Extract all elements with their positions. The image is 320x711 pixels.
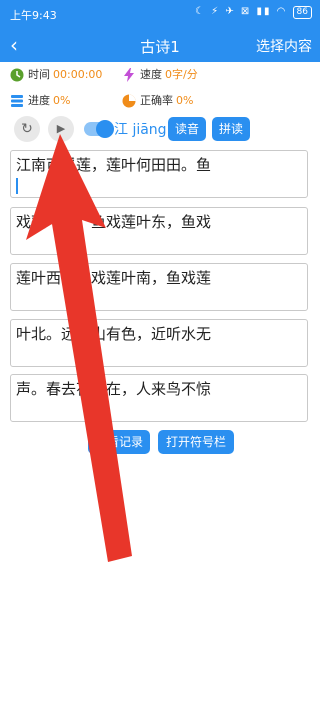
pinyin-display: 江 jiāng xyxy=(114,119,167,139)
pie-chart-icon xyxy=(122,94,136,108)
line-text: 莲叶西，鱼戏莲叶南，鱼戏莲 xyxy=(16,269,212,287)
open-symbols-button[interactable]: 打开符号栏 xyxy=(158,430,234,454)
text-line-4[interactable]: 叶北。远看山有色，近听水无 xyxy=(10,319,308,367)
pinyin-toggle[interactable] xyxy=(84,120,114,138)
progress-label: 进度 xyxy=(28,94,50,107)
play-button[interactable]: ▶ xyxy=(48,116,74,142)
speed-value: 0字/分 xyxy=(165,68,198,81)
line-text: 声。春去花还在，人来鸟不惊 xyxy=(16,380,212,398)
progress-icon xyxy=(11,95,23,107)
lightning-icon xyxy=(124,68,134,82)
current-pinyin: jiāng xyxy=(132,122,167,138)
text-line-1[interactable]: 江南可采莲，莲叶何田田。鱼 xyxy=(10,150,308,198)
battery-icon: 86 xyxy=(292,6,312,19)
progress-value: 0% xyxy=(53,94,71,107)
text-cursor xyxy=(16,178,18,194)
spell-button[interactable]: 拼读 xyxy=(212,117,250,141)
line-text: 戏莲叶间。鱼戏莲叶东，鱼戏 xyxy=(16,213,212,231)
text-line-5[interactable]: 声。春去花还在，人来鸟不惊 xyxy=(10,374,308,422)
speed-stat: 速度 0字/分 xyxy=(122,66,198,84)
select-content-button[interactable]: 选择内容 xyxy=(256,36,312,56)
toggle-knob xyxy=(96,120,114,138)
status-icons: ☾ ⚡ ✈ ⊠ ▮▮ ◠ 86 xyxy=(195,6,312,19)
reset-button[interactable]: ↻ xyxy=(14,116,40,142)
line-text: 江南可采莲，莲叶何田田。鱼 xyxy=(16,156,212,174)
accuracy-value: 0% xyxy=(176,94,194,107)
app-bar: ‹ 古诗1 选择内容 xyxy=(0,28,320,62)
progress-stat: 进度 0% xyxy=(10,92,70,110)
line-text: 叶北。远看山有色，近听水无 xyxy=(16,325,212,343)
time-label: 时间 xyxy=(28,68,50,81)
controls-row: ↻ ▶ 江 jiāng 读音 拼读 xyxy=(10,116,310,142)
time-stat: 时间 00:00:00 xyxy=(10,66,102,84)
status-time: 上午9:43 xyxy=(10,9,57,22)
accuracy-label: 正确率 xyxy=(140,94,173,107)
time-value: 00:00:00 xyxy=(53,68,103,81)
read-button[interactable]: 读音 xyxy=(168,117,206,141)
current-char: 江 xyxy=(114,122,128,138)
accuracy-stat: 正确率 0% xyxy=(122,92,193,110)
speed-label: 速度 xyxy=(140,68,162,81)
clock-icon xyxy=(10,68,24,82)
status-bar: 上午9:43 ☾ ⚡ ✈ ⊠ ▮▮ ◠ 86 xyxy=(0,0,320,28)
status-indicator-icons: ☾ ⚡ ✈ ⊠ ▮▮ ◠ xyxy=(194,6,288,17)
view-records-button[interactable]: 查看记录 xyxy=(88,430,150,454)
text-line-3[interactable]: 莲叶西，鱼戏莲叶南，鱼戏莲 xyxy=(10,263,308,311)
text-line-2[interactable]: 戏莲叶间。鱼戏莲叶东，鱼戏 xyxy=(10,207,308,255)
